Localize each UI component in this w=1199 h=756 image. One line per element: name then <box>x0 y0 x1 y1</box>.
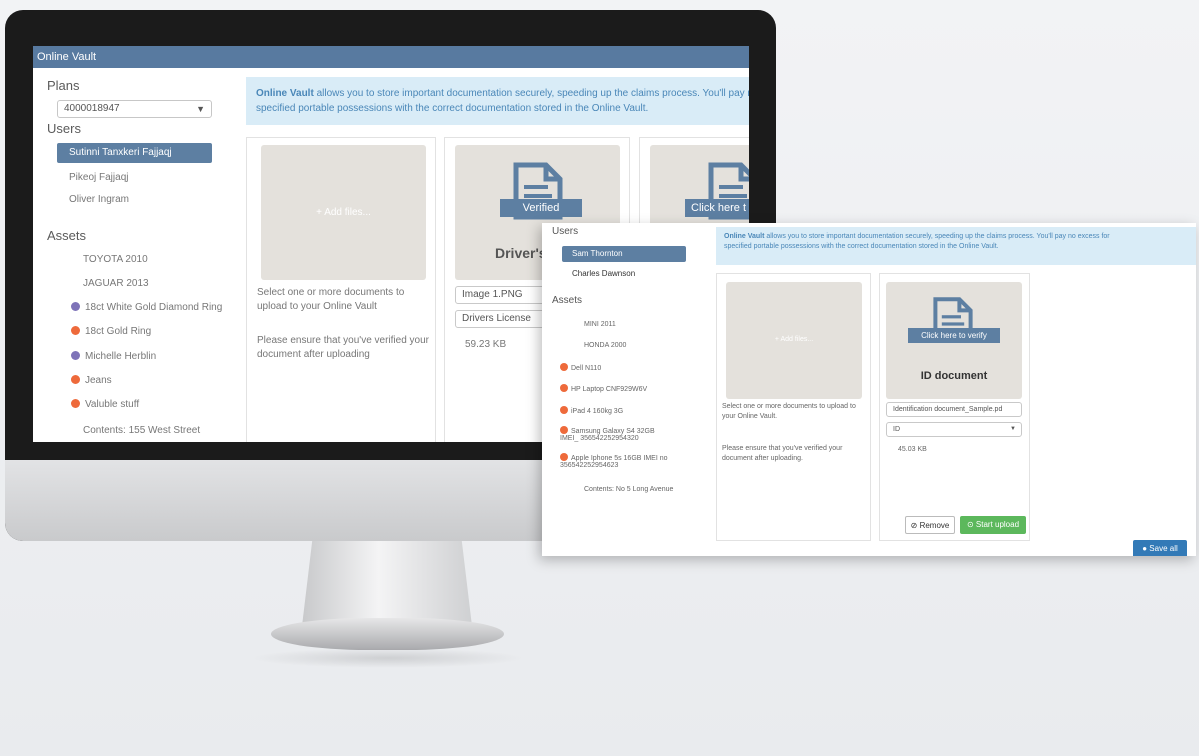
verify-help-text: Please ensure that you've verified your … <box>257 335 430 360</box>
status-dot-icon <box>71 399 80 408</box>
info-brand: Online Vault <box>724 233 765 240</box>
sidebar-user-1[interactable]: Sam Thornton <box>562 246 686 262</box>
plans-heading: Plans <box>47 78 80 93</box>
upload-icon: ⊙ <box>966 520 976 529</box>
file-size: 45.03 KB <box>898 446 927 453</box>
info-brand: Online Vault <box>256 88 314 99</box>
users-heading: Users <box>47 121 81 136</box>
verified-badge: Verified <box>500 199 582 217</box>
verify-help-text: Please ensure that you've verified your … <box>722 445 843 462</box>
plus-icon: + <box>316 207 325 218</box>
chevron-down-icon: ▼ <box>1010 426 1016 432</box>
status-dot-icon <box>71 351 80 360</box>
asset-item[interactable]: Jeans <box>71 375 112 386</box>
asset-item[interactable]: MINI 2011 <box>584 321 616 328</box>
upload-help-text: Select one or more documents to upload t… <box>257 287 405 312</box>
users-heading: Users <box>552 226 579 237</box>
asset-item[interactable]: JAGUAR 2013 <box>83 278 149 289</box>
add-files-dropzone[interactable]: + Add files... <box>726 282 862 399</box>
info-banner: Online Vault allows you to store importa… <box>716 227 1196 265</box>
front-sidebar: Users Sam Thornton Charles Dawnson Asset… <box>542 223 712 556</box>
asset-item[interactable]: 18ct Gold Ring <box>71 326 151 337</box>
document-thumbnail[interactable]: Click here to verify ID document <box>886 282 1022 399</box>
asset-item[interactable]: 18ct White Gold Diamond Ring <box>71 302 222 313</box>
plans-select-value: 4000018947 <box>64 103 120 114</box>
asset-item[interactable]: HP Laptop CNF929W6V <box>560 384 647 393</box>
document-title: ID document <box>920 370 988 382</box>
asset-item[interactable]: Dell N110 <box>560 363 601 372</box>
asset-item[interactable]: Michelle Herblin <box>71 351 156 362</box>
plans-select[interactable]: 4000018947 ▼ <box>57 100 212 118</box>
upload-card: + Add files... Select one or more docume… <box>246 137 436 442</box>
ban-icon: ⊘ <box>910 521 920 530</box>
asset-item[interactable]: HONDA 2000 <box>584 342 626 349</box>
status-dot-icon <box>560 363 568 371</box>
status-dot-icon <box>560 453 568 461</box>
document-title: Driver's <box>495 245 547 261</box>
sidebar-user-2[interactable]: Pikeoj Fajjaqj <box>57 168 212 188</box>
sidebar-user-2[interactable]: Charles Dawnson <box>562 266 686 282</box>
monitor-foot <box>271 618 504 650</box>
chevron-down-icon: ▼ <box>196 104 205 114</box>
file-size: 59.23 KB <box>465 339 507 350</box>
assets-heading: Assets <box>552 295 583 306</box>
sidebar-user-3[interactable]: Oliver Ingram <box>57 190 212 210</box>
status-dot-icon <box>71 326 80 335</box>
window-title: Online Vault <box>33 46 749 68</box>
status-dot-icon <box>560 384 568 392</box>
upload-card: + Add files... Select one or more docume… <box>716 273 871 541</box>
sidebar-user-1[interactable]: Sutinni Tanxkeri Fajjaqj <box>57 143 212 163</box>
verify-button[interactable]: Click here t <box>685 199 749 217</box>
assets-heading: Assets <box>47 228 87 243</box>
add-files-dropzone[interactable]: + Add files... <box>261 145 426 280</box>
status-dot-icon <box>560 406 568 414</box>
remove-button[interactable]: ⊘ Remove <box>905 516 955 534</box>
asset-item[interactable]: Valuble stuff <box>71 399 139 410</box>
save-all-button[interactable]: ● Save all <box>1133 540 1187 556</box>
asset-item[interactable]: Contents: 155 West Street <box>83 425 200 436</box>
asset-item[interactable]: TOYOTA 2010 <box>83 254 148 265</box>
document-card: Click here to verify ID document Identif… <box>879 273 1030 541</box>
stand-shadow <box>250 648 525 668</box>
asset-item[interactable]: Samsung Galaxy S4 32GB IMEI_ 356542252954… <box>560 426 655 442</box>
monitor-stand <box>302 541 472 626</box>
asset-item[interactable]: iPad 4 160kg 3G <box>560 406 623 415</box>
upload-help-text: Select one or more documents to upload t… <box>722 403 856 420</box>
status-dot-icon <box>71 302 80 311</box>
status-dot-icon <box>71 375 80 384</box>
document-type-select[interactable]: ID ▼ <box>886 422 1022 437</box>
asset-item[interactable]: Contents: No 5 Long Avenue <box>584 486 673 493</box>
info-banner: Online Vault allows you to store importa… <box>246 77 749 125</box>
start-upload-button[interactable]: ⊙ Start upload <box>960 516 1026 534</box>
asset-item[interactable]: Apple Iphone 5s 16GB IMEI no 356542252954… <box>560 453 668 469</box>
back-sidebar: Plans 4000018947 ▼ Users Sutinni Tanxker… <box>33 68 233 442</box>
status-dot-icon <box>560 426 568 434</box>
front-app-screenshot: Users Sam Thornton Charles Dawnson Asset… <box>542 223 1196 556</box>
filename-input[interactable]: Identification document_Sample.pd <box>886 402 1022 417</box>
verify-button[interactable]: Click here to verify <box>908 328 1000 343</box>
